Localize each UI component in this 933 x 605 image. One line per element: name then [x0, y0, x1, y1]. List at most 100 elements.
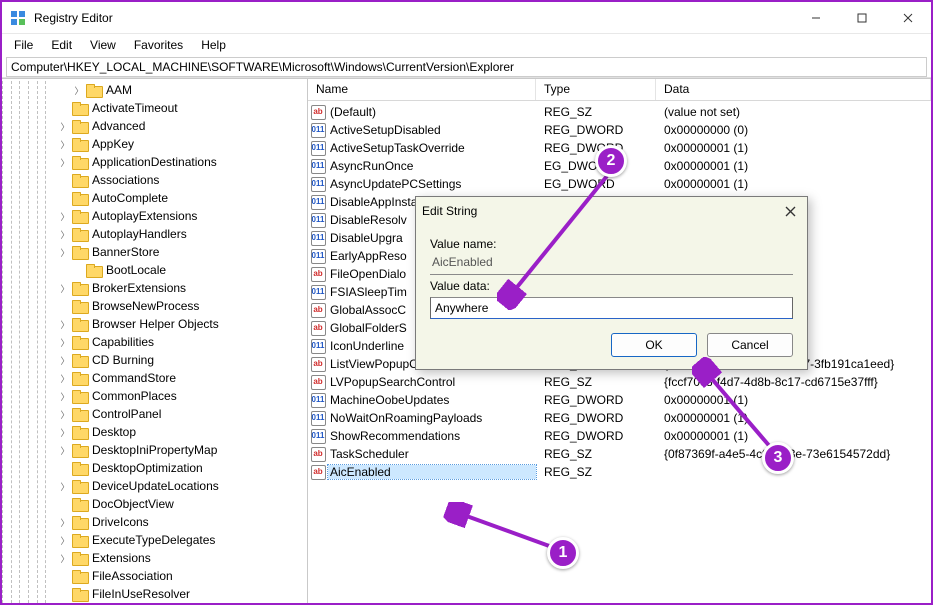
tree-item[interactable]: 〉FileInUseResolver — [54, 585, 307, 603]
value-type: REG_DWORD — [536, 429, 656, 443]
tree-item-label: ApplicationDestinations — [92, 155, 217, 169]
tree-view[interactable]: 〉AAM〉ActivateTimeout〉Advanced〉AppKey〉App… — [54, 81, 307, 603]
tree-item[interactable]: 〉 CD Burning — [54, 351, 307, 369]
close-button[interactable] — [885, 2, 931, 34]
value-name: (Default) — [328, 105, 536, 119]
tree-item[interactable]: 〉DesktopIniPropertyMap — [54, 441, 307, 459]
tree-item[interactable]: 〉BootLocale — [54, 261, 307, 279]
menu-file[interactable]: File — [6, 36, 41, 54]
chevron-right-icon[interactable]: 〉 — [58, 318, 72, 331]
chevron-right-icon[interactable]: 〉 — [58, 408, 72, 421]
menu-edit[interactable]: Edit — [43, 36, 80, 54]
reg-dword-icon: 011 — [311, 339, 326, 354]
tree-item[interactable]: 〉CommandStore — [54, 369, 307, 387]
menubar: File Edit View Favorites Help — [2, 34, 931, 56]
tree-item[interactable]: 〉DriveIcons — [54, 513, 307, 531]
tree-item[interactable]: 〉DocObjectView — [54, 495, 307, 513]
tree-item[interactable]: 〉CommonPlaces — [54, 387, 307, 405]
col-data[interactable]: Data — [656, 79, 931, 100]
chevron-right-icon[interactable]: 〉 — [58, 246, 72, 259]
chevron-right-icon[interactable]: 〉 — [72, 84, 86, 97]
tree-item-label: DeviceUpdateLocations — [92, 479, 219, 493]
chevron-right-icon[interactable]: 〉 — [58, 228, 72, 241]
reg-dword-icon: 011 — [311, 285, 326, 300]
chevron-right-icon[interactable]: 〉 — [58, 336, 72, 349]
tree-item[interactable]: 〉BrokerExtensions — [54, 279, 307, 297]
list-row[interactable]: 011MachineOobeUpdatesREG_DWORD0x00000001… — [308, 391, 931, 409]
chevron-right-icon[interactable]: 〉 — [58, 480, 72, 493]
tree-item[interactable]: 〉BrowseNewProcess — [54, 297, 307, 315]
col-name[interactable]: Name — [308, 79, 536, 100]
tree-item[interactable]: 〉AutoplayExtensions — [54, 207, 307, 225]
tree-item[interactable]: 〉BannerStore — [54, 243, 307, 261]
dialog-close-button[interactable] — [779, 200, 801, 222]
cancel-button[interactable]: Cancel — [707, 333, 793, 357]
chevron-right-icon[interactable]: 〉 — [58, 354, 72, 367]
tree-item[interactable]: 〉Associations — [54, 171, 307, 189]
annotation-arrow-1 — [442, 502, 562, 552]
list-row[interactable]: abAicEnabledREG_SZ — [308, 463, 931, 481]
value-data: 0x00000001 (1) — [656, 141, 931, 155]
chevron-right-icon[interactable]: 〉 — [58, 552, 72, 565]
col-type[interactable]: Type — [536, 79, 656, 100]
tree-item[interactable]: 〉 DeviceUpdateLocations — [54, 477, 307, 495]
tree-item[interactable]: 〉 AppKey — [54, 135, 307, 153]
list-row[interactable]: abTaskSchedulerREG_SZ{0f87369f-a4e5-4cfc… — [308, 445, 931, 463]
chevron-right-icon[interactable]: 〉 — [58, 426, 72, 439]
annotation-arrow-3 — [692, 357, 782, 457]
value-name: AicEnabled — [328, 465, 536, 479]
reg-string-icon: ab — [311, 357, 326, 372]
menu-help[interactable]: Help — [193, 36, 234, 54]
list-row[interactable]: 011ActiveSetupDisabledREG_DWORD0x0000000… — [308, 121, 931, 139]
value-data: (value not set) — [656, 105, 931, 119]
tree-item[interactable]: 〉FileAssociation — [54, 567, 307, 585]
tree-item-label: BrowseNewProcess — [92, 299, 199, 313]
tree-item[interactable]: 〉Capabilities — [54, 333, 307, 351]
minimize-button[interactable] — [793, 2, 839, 34]
chevron-right-icon[interactable]: 〉 — [58, 120, 72, 133]
reg-string-icon: ab — [311, 447, 326, 462]
menu-favorites[interactable]: Favorites — [126, 36, 191, 54]
folder-icon — [72, 426, 88, 439]
chevron-right-icon[interactable]: 〉 — [58, 372, 72, 385]
ok-button[interactable]: OK — [611, 333, 697, 357]
tree-item[interactable]: 〉Browser Helper Objects — [54, 315, 307, 333]
tree-item-label: CD Burning — [92, 353, 154, 367]
tree-item[interactable]: 〉 Desktop — [54, 423, 307, 441]
folder-icon — [72, 318, 88, 331]
reg-string-icon: ab — [311, 105, 326, 120]
tree-item[interactable]: 〉AutoComplete — [54, 189, 307, 207]
chevron-right-icon[interactable]: 〉 — [58, 534, 72, 547]
tree-item[interactable]: 〉ActivateTimeout — [54, 99, 307, 117]
chevron-right-icon[interactable]: 〉 — [58, 390, 72, 403]
reg-string-icon: ab — [311, 267, 326, 282]
list-row[interactable]: ab(Default)REG_SZ(value not set) — [308, 103, 931, 121]
chevron-right-icon[interactable]: 〉 — [58, 156, 72, 169]
tree-item[interactable]: 〉AutoplayHandlers — [54, 225, 307, 243]
folder-icon — [72, 534, 88, 547]
chevron-right-icon[interactable]: 〉 — [58, 138, 72, 151]
tree-item-label: FileAssociation — [92, 569, 173, 583]
tree-item[interactable]: 〉DesktopOptimization — [54, 459, 307, 477]
tree-item-label: Desktop — [92, 425, 136, 439]
tree-item[interactable]: 〉Advanced — [54, 117, 307, 135]
tree-item-label: AppKey — [92, 137, 134, 151]
tree-item[interactable]: 〉AAM — [54, 81, 307, 99]
menu-view[interactable]: View — [82, 36, 124, 54]
list-row[interactable]: 011NoWaitOnRoamingPayloadsREG_DWORD0x000… — [308, 409, 931, 427]
tree-item-label: FileInUseResolver — [92, 587, 190, 601]
tree-item[interactable]: 〉ExecuteTypeDelegates — [54, 531, 307, 549]
maximize-button[interactable] — [839, 2, 885, 34]
chevron-right-icon[interactable]: 〉 — [58, 282, 72, 295]
chevron-right-icon[interactable]: 〉 — [58, 444, 72, 457]
tree-item[interactable]: 〉ControlPanel — [54, 405, 307, 423]
tree-item[interactable]: 〉Extensions — [54, 549, 307, 567]
list-row[interactable]: 011AsyncUpdatePCSettingsEG_DWORD0x000000… — [308, 175, 931, 193]
address-bar[interactable] — [6, 57, 927, 77]
chevron-right-icon[interactable]: 〉 — [58, 516, 72, 529]
tree-item[interactable]: 〉 ApplicationDestinations — [54, 153, 307, 171]
list-row[interactable]: abLVPopupSearchControlREG_SZ{fccf70c8-f4… — [308, 373, 931, 391]
list-row[interactable]: 011ShowRecommendationsREG_DWORD0x0000000… — [308, 427, 931, 445]
chevron-right-icon[interactable]: 〉 — [58, 210, 72, 223]
reg-dword-icon: 011 — [311, 195, 326, 210]
